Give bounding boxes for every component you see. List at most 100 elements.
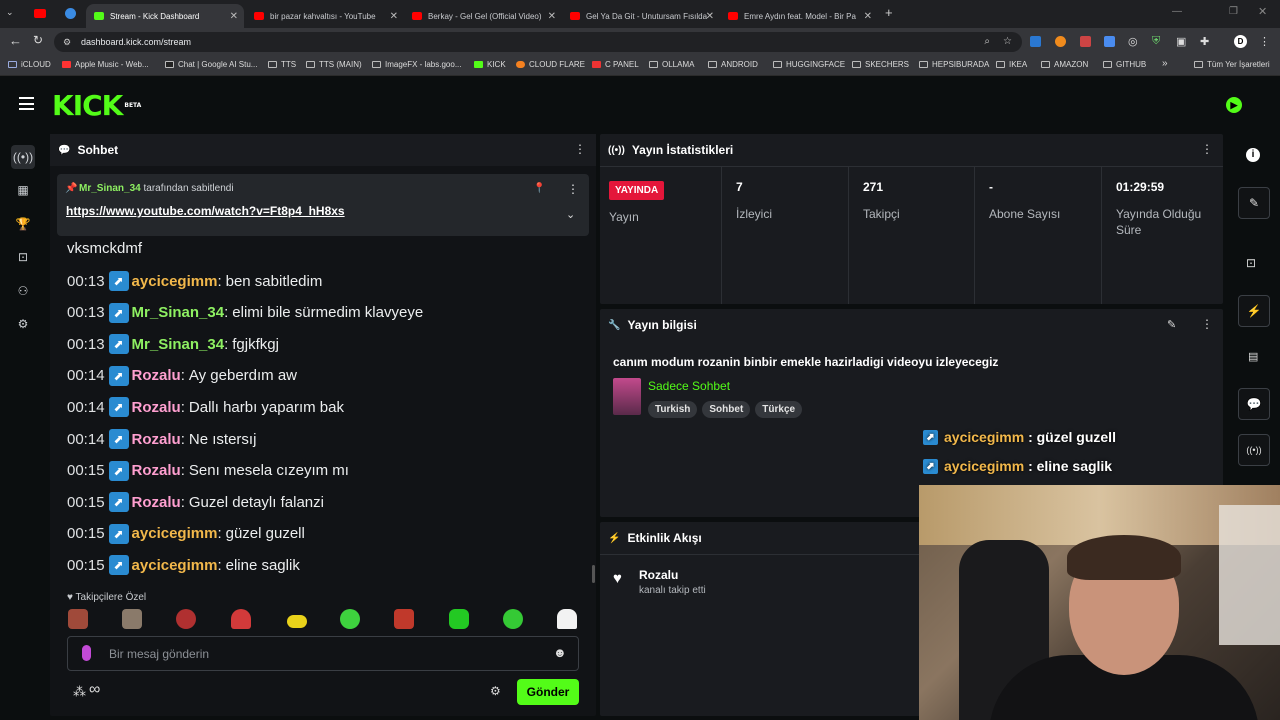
category-name[interactable]: Sadece Sohbet	[648, 379, 730, 393]
stream-icon[interactable]: ((•))	[11, 145, 35, 169]
settings-icon[interactable]: ⚙	[11, 312, 35, 336]
tag-chip[interactable]: Turkish	[648, 401, 698, 418]
tab-youtube-4[interactable]: Emre Aydın feat. Model - Bir Pa ✕	[720, 4, 878, 28]
bookmark-folder[interactable]: GITHUB	[1103, 60, 1146, 69]
close-icon[interactable]: ✕	[864, 11, 872, 22]
bookmark-star-icon[interactable]: ☆	[1003, 32, 1012, 52]
emote-item[interactable]	[122, 609, 142, 629]
emote-item[interactable]	[394, 609, 414, 629]
category-thumbnail[interactable]	[613, 378, 641, 415]
edit-layout-button[interactable]: ✎	[1238, 187, 1270, 219]
close-icon[interactable]: ✕	[548, 11, 556, 22]
tab-youtube-1[interactable]: bir pazar kahvaltısı - YouTube ✕	[246, 4, 404, 28]
tag-chip[interactable]: Türkçe	[755, 401, 803, 418]
extension-icon[interactable]	[1055, 36, 1066, 47]
extension-icon[interactable]	[1030, 36, 1041, 47]
new-tab-icon[interactable]: +	[885, 5, 893, 20]
pinned-link[interactable]: https://www.youtube.com/watch?v=Ft8p4_hH…	[66, 204, 345, 218]
bookmark-folder[interactable]: HEPSIBURADA	[919, 60, 989, 69]
close-icon[interactable]: ✕	[706, 11, 714, 22]
notes-icon[interactable]: ▤	[1248, 350, 1258, 363]
emote-item[interactable]	[449, 609, 469, 629]
unpin-icon[interactable]: 📍	[533, 183, 545, 194]
analytics-icon[interactable]: ▦	[11, 178, 35, 202]
bookmark-item[interactable]: KICK	[474, 60, 506, 69]
message-username[interactable]: Rozalu	[132, 431, 181, 448]
hamburger-menu-icon[interactable]	[19, 97, 34, 110]
tab-list-icon[interactable]: ⌄	[6, 7, 14, 18]
pinned-tab-youtube[interactable]	[34, 9, 46, 18]
emoji-icon[interactable]: ☻	[553, 645, 567, 660]
close-icon[interactable]: ✕	[230, 11, 238, 22]
window-close-icon[interactable]: ✕	[1258, 5, 1267, 18]
message-username[interactable]: aycicegimm	[132, 273, 218, 290]
message-username[interactable]: Mr_Sinan_34	[132, 336, 225, 353]
puzzle-icon[interactable]: ✚	[1200, 35, 1209, 48]
bookmark-item[interactable]: CLOUD FLARE	[516, 60, 585, 69]
expand-chevron-icon[interactable]: ⌄	[566, 208, 575, 221]
message-username[interactable]: aycicegimm	[132, 557, 218, 574]
close-icon[interactable]: ✕	[390, 11, 398, 22]
emote-item[interactable]	[557, 609, 577, 629]
chat-button[interactable]: 💬	[1238, 388, 1270, 420]
stats-options-icon[interactable]: ⋮	[1201, 142, 1213, 156]
kick-logo[interactable]: KICK BETA	[52, 92, 141, 120]
translate-icon[interactable]	[1104, 36, 1115, 47]
extension-icon[interactable]: ▣	[1176, 35, 1186, 48]
browser-menu-icon[interactable]: ⋮	[1259, 35, 1270, 48]
url-bar[interactable]: ⚙ dashboard.kick.com/stream ⌕ ☆	[54, 32, 1022, 52]
kick-app-icon[interactable]: ▶	[1226, 97, 1242, 113]
bookmark-folder[interactable]: AMAZON	[1041, 60, 1088, 69]
chat-scrollbar[interactable]	[592, 565, 595, 583]
tag-chip[interactable]: Sohbet	[702, 401, 751, 418]
pinned-options-icon[interactable]: ⋮	[567, 182, 579, 196]
capture-icon[interactable]: ⊡	[11, 245, 35, 269]
chat-settings-icon[interactable]: ⚙	[490, 684, 501, 698]
emote-item[interactable]	[176, 609, 196, 629]
message-username[interactable]: Mr_Sinan_34	[132, 304, 225, 321]
tab-youtube-3[interactable]: Gel Ya Da Git - Unutursam Fısılda ✕	[562, 4, 720, 28]
zoom-icon[interactable]: ⌕	[984, 32, 990, 52]
emote-item[interactable]	[503, 609, 523, 629]
bookmark-folder[interactable]: SKECHERS	[852, 60, 909, 69]
message-username[interactable]: Rozalu	[132, 367, 181, 384]
tab-kick-dashboard[interactable]: Stream - Kick Dashboard ✕	[86, 4, 244, 28]
bookmark-item[interactable]: Chat | Google AI Stu...	[165, 60, 257, 69]
bookmark-item[interactable]: TTS (MAIN)	[306, 60, 362, 69]
bookmark-folder[interactable]: IKEA	[996, 60, 1027, 69]
chat-options-icon[interactable]: ⋮	[574, 142, 586, 156]
bookmark-item[interactable]: C PANEL	[592, 60, 639, 69]
message-username[interactable]: Rozalu	[132, 494, 181, 511]
infinity-icon[interactable]: ∞	[89, 681, 100, 699]
edit-pencil-icon[interactable]: ✎	[1167, 318, 1176, 331]
message-username[interactable]: Rozalu	[132, 462, 181, 479]
bookmark-item[interactable]: Apple Music - Web...	[62, 60, 149, 69]
microphone-icon[interactable]	[82, 645, 91, 661]
message-username[interactable]: aycicegimm	[132, 525, 218, 542]
site-info-icon[interactable]: ⚙	[63, 32, 71, 52]
shield-icon[interactable]: ⛨	[1152, 35, 1160, 48]
back-icon[interactable]: ←	[9, 33, 22, 48]
bookmark-item[interactable]: iCLOUD	[8, 60, 51, 69]
reload-icon[interactable]: ↻	[33, 33, 43, 47]
emote-item[interactable]	[287, 615, 307, 628]
bookmark-folder[interactable]: HUGGINGFACE	[773, 60, 845, 69]
broadcast-button[interactable]: ((•))	[1238, 434, 1270, 466]
bookmark-folder[interactable]: ANDROID	[708, 60, 758, 69]
emote-item[interactable]	[68, 609, 88, 629]
bookmark-folder[interactable]: OLLAMA	[649, 60, 694, 69]
emote-item[interactable]	[231, 609, 251, 629]
trophy-icon[interactable]: 🏆	[11, 212, 35, 236]
activity-user[interactable]: Rozalu	[639, 568, 678, 582]
tab-youtube-2[interactable]: Berkay - Gel Gel (Official Video) ✕	[404, 4, 562, 28]
bookmark-overflow[interactable]: »	[1162, 58, 1168, 69]
profile-avatar[interactable]: D	[1234, 35, 1247, 48]
send-button[interactable]: Gönder	[517, 679, 579, 705]
minimize-icon[interactable]: —	[1172, 6, 1182, 17]
users-icon[interactable]: ⚇	[11, 279, 35, 303]
message-username[interactable]: Rozalu	[132, 399, 181, 416]
extension-icon[interactable]: ◎	[1128, 35, 1138, 48]
bookmark-item[interactable]: TTS	[268, 60, 296, 69]
chat-identity-icon[interactable]: ⁂	[73, 684, 86, 700]
extension-icon[interactable]	[1080, 36, 1091, 47]
